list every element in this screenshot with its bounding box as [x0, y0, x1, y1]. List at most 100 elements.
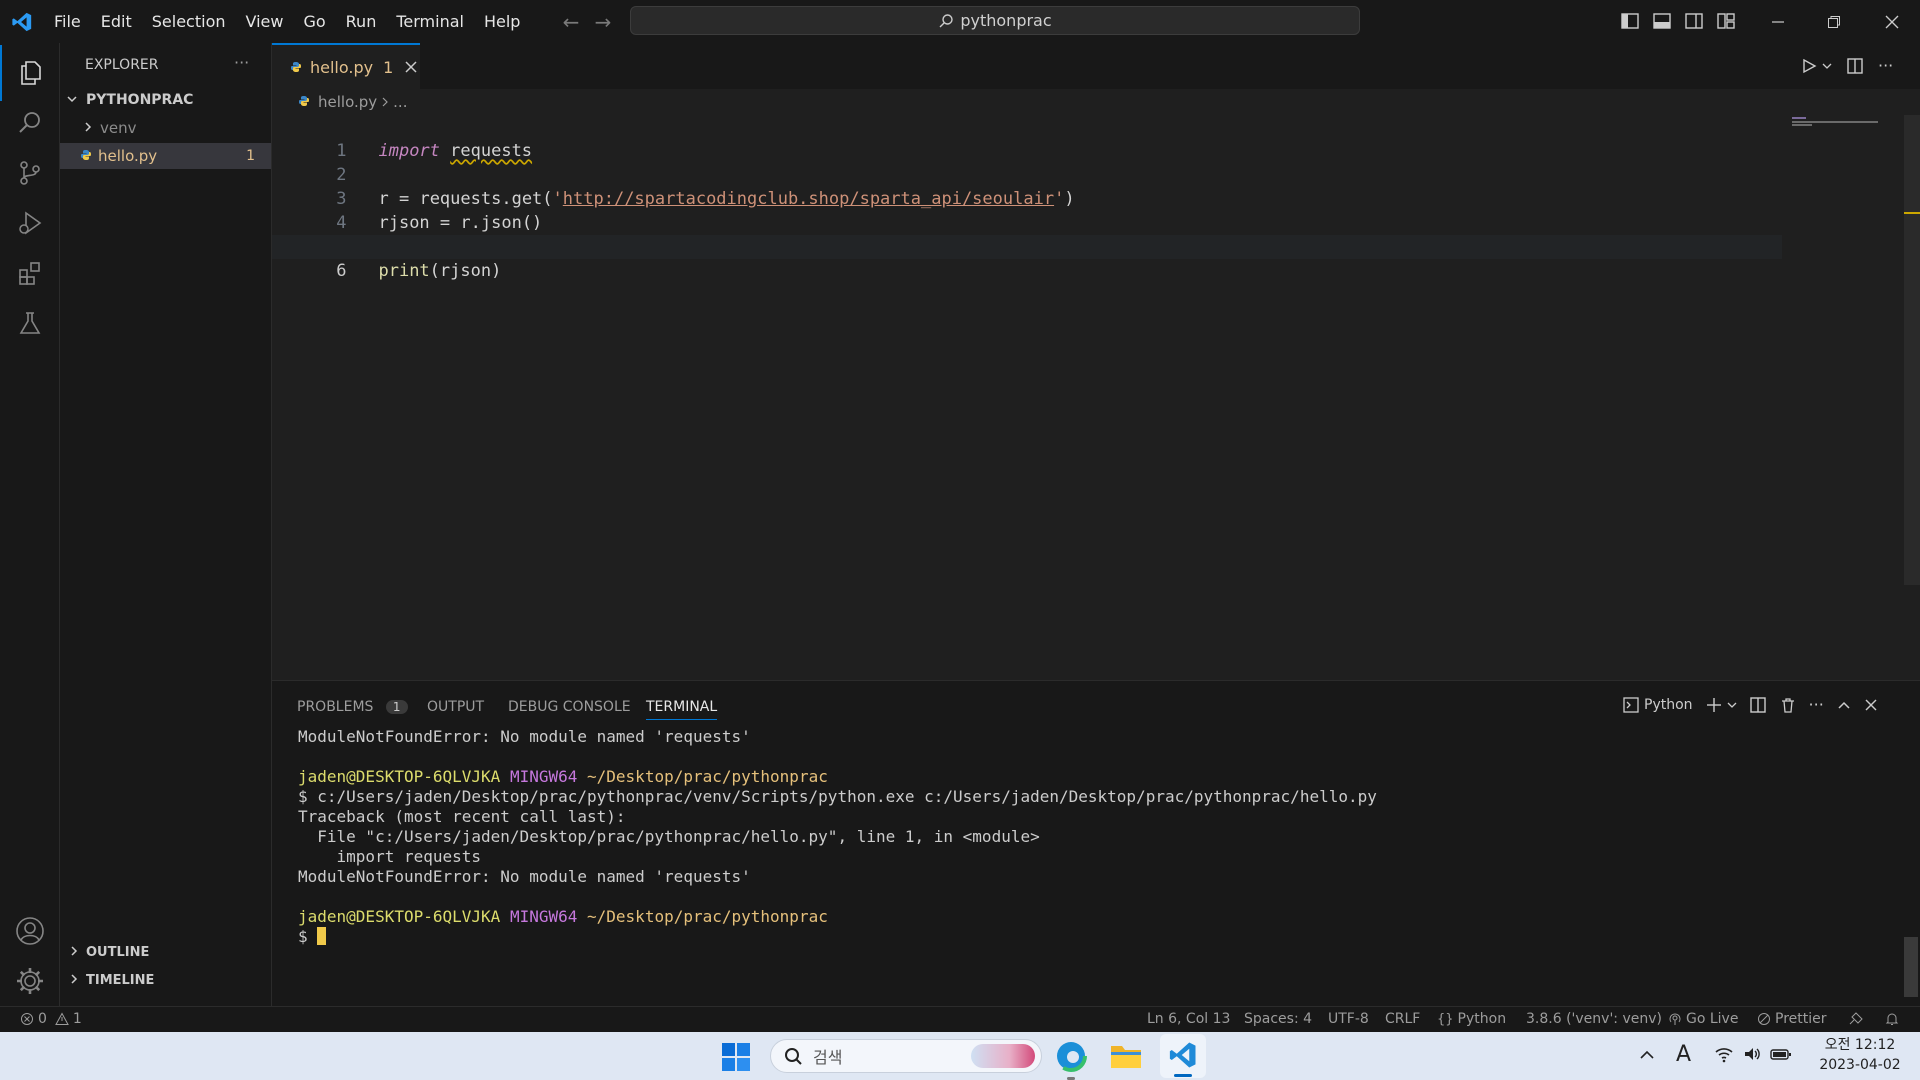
panel-more-icon[interactable]: ··· — [1809, 695, 1824, 714]
clock-time: 오전 12:12 — [1824, 1037, 1896, 1053]
tree-item-hello-py[interactable]: hello.py 1 — [60, 143, 271, 169]
tab-hello-py[interactable]: hello.py 1 — [272, 43, 420, 89]
run-debug-activity[interactable] — [0, 195, 60, 251]
menu-run[interactable]: Run — [336, 0, 387, 43]
chevron-right-icon — [68, 943, 82, 961]
source-control-activity[interactable] — [0, 145, 60, 201]
timeline-section[interactable]: TIMELINE — [60, 967, 272, 993]
taskbar-search[interactable]: 검색 — [770, 1039, 1042, 1073]
menu-go[interactable]: Go — [293, 0, 335, 43]
maximize-panel-icon[interactable] — [1836, 697, 1852, 713]
terminal-input-line[interactable]: $ — [298, 927, 327, 947]
trash-icon[interactable] — [1779, 696, 1797, 714]
file-explorer-icon[interactable] — [1110, 1042, 1142, 1074]
forward-arrow-icon[interactable]: → — [587, 10, 619, 34]
system-tray[interactable] — [1714, 1044, 1792, 1064]
tab-terminal[interactable]: TERMINAL — [646, 699, 718, 720]
notifications-bell-icon[interactable] — [1884, 1011, 1900, 1031]
code-token: print — [378, 261, 430, 281]
accounts-activity[interactable] — [0, 903, 60, 959]
menu-help[interactable]: Help — [474, 0, 530, 43]
editor-more-icon[interactable]: ··· — [1878, 56, 1893, 75]
testing-activity[interactable] — [0, 295, 60, 351]
end-of-line[interactable]: CRLF — [1385, 1011, 1420, 1027]
code-line-6-current[interactable]: 6 print(rjson) — [272, 235, 1782, 281]
prettier-status[interactable]: Prettier — [1757, 1011, 1827, 1027]
customize-layout-icon[interactable] — [1716, 11, 1736, 31]
folder-pythonprac[interactable]: PYTHONPRAC — [60, 87, 272, 113]
menu-edit[interactable]: Edit — [91, 0, 142, 43]
extensions-activity[interactable] — [0, 245, 60, 301]
edge-browser-icon[interactable] — [1055, 1040, 1087, 1080]
command-center-search[interactable]: pythonprac — [630, 6, 1360, 35]
more-actions-icon[interactable]: ··· — [234, 53, 249, 72]
terminal-output[interactable]: ModuleNotFoundError: No module named 're… — [272, 727, 1902, 997]
tree-item-venv[interactable]: venv — [60, 115, 272, 141]
outline-section[interactable]: OUTLINE — [60, 939, 272, 965]
broadcast-icon — [1669, 1013, 1681, 1025]
code-line-2[interactable]: 2 — [272, 139, 1782, 185]
windows-start-icon[interactable] — [722, 1043, 750, 1075]
editor-tab-bar: hello.py 1 ··· — [272, 43, 1920, 89]
close-window-button[interactable] — [1864, 0, 1920, 43]
status-bar: 0 1 Ln 6, Col 13 Spaces: 4 UTF-8 CRLF {}… — [0, 1006, 1920, 1032]
tree-item-label: venv — [100, 119, 137, 137]
chevron-right-icon — [68, 971, 82, 989]
account-icon — [16, 917, 44, 945]
encoding[interactable]: UTF-8 — [1328, 1011, 1369, 1027]
explorer-activity[interactable] — [0, 45, 60, 101]
back-arrow-icon[interactable]: ← — [555, 10, 587, 34]
python-interpreter[interactable]: 3.8.6 ('venv': venv) — [1526, 1011, 1662, 1027]
split-editor-icon[interactable] — [1846, 57, 1864, 75]
manage-activity[interactable] — [0, 953, 60, 1009]
code-line-3[interactable]: 3r = requests.get('http://spartacodingcl… — [272, 163, 1782, 209]
menu-view[interactable]: View — [236, 0, 294, 43]
search-icon — [939, 13, 954, 27]
feedback-icon[interactable] — [1848, 1011, 1864, 1031]
split-terminal-icon[interactable] — [1749, 696, 1767, 714]
prompt-symbol: $ — [298, 927, 308, 946]
terminal-line: Traceback (most recent call last): — [298, 807, 626, 826]
taskbar-clock[interactable]: 오전 12:12 2023-04-02 — [1812, 1035, 1908, 1075]
problems-status[interactable]: 0 1 — [20, 1011, 82, 1027]
tab-problems[interactable]: PROBLEMS 1 — [297, 699, 408, 715]
vscode-taskbar-icon[interactable] — [1160, 1034, 1206, 1078]
run-file-icon[interactable] — [1800, 57, 1818, 75]
bottom-panel: PROBLEMS 1 OUTPUT DEBUG CONSOLE TERMINAL… — [272, 680, 1920, 1006]
editor-scrollbar[interactable] — [1904, 115, 1920, 585]
minimap[interactable] — [1792, 117, 1892, 127]
chevron-down-icon[interactable] — [1822, 61, 1832, 71]
toggle-secondary-sidebar-icon[interactable] — [1684, 11, 1704, 31]
code-line-5[interactable]: 5 — [272, 211, 1782, 257]
minimize-button[interactable] — [1750, 0, 1806, 43]
menu-file[interactable]: File — [44, 0, 91, 43]
go-live-button[interactable]: Go Live — [1668, 1011, 1738, 1027]
python-file-icon — [298, 93, 310, 111]
tab-debug-console[interactable]: DEBUG CONSOLE — [508, 699, 631, 715]
new-terminal-icon[interactable] — [1705, 696, 1723, 714]
chevron-down-icon[interactable] — [1727, 700, 1737, 710]
timeline-label: TIMELINE — [86, 972, 155, 988]
close-tab-icon[interactable] — [405, 61, 417, 73]
toggle-primary-sidebar-icon[interactable] — [1620, 11, 1640, 31]
cursor-position[interactable]: Ln 6, Col 13 — [1147, 1011, 1230, 1027]
code-line-4[interactable]: 4 rjson = r.json() — [272, 187, 1782, 233]
terminal-scrollbar[interactable] — [1904, 937, 1918, 997]
input-method-indicator[interactable]: A — [1676, 1042, 1691, 1067]
search-activity[interactable] — [0, 95, 60, 151]
code-line-1[interactable]: 1 import requests — [272, 115, 1782, 161]
tab-label: hello.py — [310, 57, 374, 77]
terminal-profile[interactable]: Python — [1622, 696, 1693, 714]
breadcrumb-file[interactable]: hello.py — [318, 93, 377, 111]
restore-button[interactable] — [1806, 0, 1862, 43]
indentation[interactable]: Spaces: 4 — [1244, 1011, 1312, 1027]
language-mode[interactable]: {} Python — [1437, 1011, 1506, 1027]
tab-output[interactable]: OUTPUT — [427, 699, 484, 715]
menu-terminal[interactable]: Terminal — [386, 0, 474, 43]
menu-selection[interactable]: Selection — [142, 0, 236, 43]
breadcrumb-symbols[interactable]: ... — [393, 93, 407, 111]
chevron-up-icon[interactable] — [1638, 1046, 1656, 1068]
toggle-panel-icon[interactable] — [1652, 11, 1672, 31]
close-panel-icon[interactable] — [1864, 698, 1878, 712]
search-highlight-image — [971, 1044, 1035, 1068]
